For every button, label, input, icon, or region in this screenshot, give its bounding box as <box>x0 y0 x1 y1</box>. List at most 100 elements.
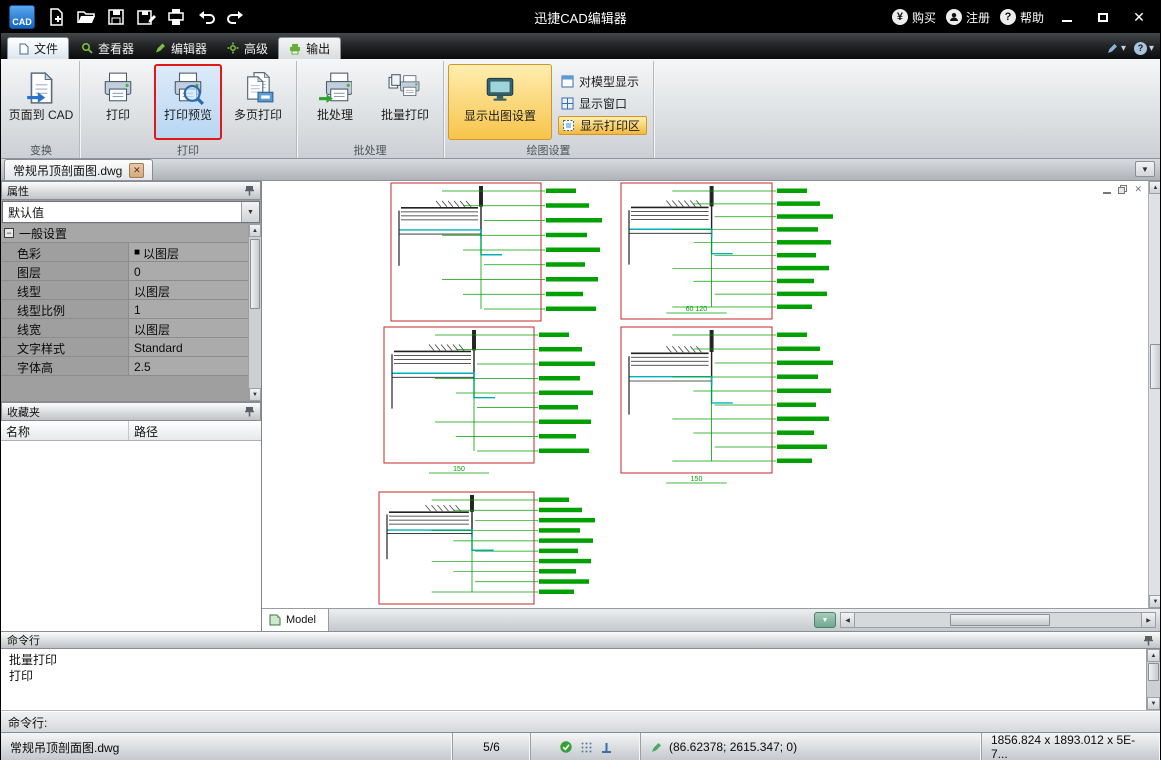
batch-print-icon <box>388 74 422 105</box>
save-as-button[interactable] <box>133 5 159 29</box>
canvas-horizontal-scrollbar[interactable]: ◀ ▶ <box>840 612 1156 628</box>
scroll-down-icon[interactable]: ▼ <box>1147 697 1160 710</box>
property-row-linetype-scale[interactable]: 线型比例 1 <box>1 300 248 319</box>
model-display-option[interactable]: 对模型显示 <box>558 72 647 91</box>
group-label-plot: 绘图设置 <box>526 145 571 157</box>
svg-text:150: 150 <box>691 476 703 483</box>
ribbon-group-plot: 显示出图设置 对模型显示 显示窗口 显示打印区 绘图设置 <box>444 61 655 158</box>
print-preview-button[interactable]: 打印预览 <box>154 64 222 140</box>
drawing-close-button[interactable]: ✕ <box>1134 184 1142 195</box>
tab-file[interactable]: 文件 <box>7 37 70 59</box>
property-row-linetype[interactable]: 线型 以图层 <box>1 281 248 300</box>
save-button[interactable] <box>103 5 129 29</box>
favorites-list[interactable] <box>1 441 261 631</box>
scroll-thumb[interactable] <box>1148 663 1159 681</box>
app-logo-icon: CAD <box>9 5 35 29</box>
ortho-toggle-icon[interactable] <box>600 741 613 754</box>
snap-toggle-icon[interactable] <box>559 740 573 754</box>
canvas-area: 60 120 150 150 ✕ ▲ ▼ Model ▼ ◀ ▶ <box>262 181 1160 631</box>
tab-editor[interactable]: 编辑器 <box>144 37 217 59</box>
command-input-row[interactable]: 命令行: <box>1 711 1160 732</box>
pencil-icon <box>1107 44 1117 53</box>
property-grid-scrollbar[interactable]: ▲ ▼ <box>248 224 261 401</box>
combo-arrow-icon[interactable]: ▼ <box>241 202 259 222</box>
plot-settings-button[interactable]: 显示出图设置 <box>448 64 552 140</box>
caret-icon: ▾ <box>1120 43 1126 54</box>
property-row-layer[interactable]: 图层 0 <box>1 262 248 281</box>
pin-icon[interactable] <box>244 406 255 417</box>
document-tab[interactable]: 常规吊顶剖面图.dwg ✕ <box>4 159 154 180</box>
print-preview-icon <box>171 71 205 105</box>
scroll-thumb[interactable] <box>950 614 1050 626</box>
scroll-thumb[interactable] <box>1150 344 1160 389</box>
redo-button[interactable] <box>223 5 249 29</box>
viewer-tab-icon <box>82 42 93 54</box>
print-button[interactable]: 打印 <box>84 64 152 140</box>
buy-button[interactable]: ¥ 购买 <box>891 9 936 26</box>
multipage-print-button[interactable]: 多页打印 <box>224 64 292 140</box>
multipage-print-icon <box>241 71 274 103</box>
scroll-down-icon[interactable]: ▼ <box>249 388 261 401</box>
command-scrollbar[interactable]: ▲ ▼ <box>1146 649 1160 710</box>
style-tool-button[interactable]: ▾ <box>1106 42 1126 55</box>
command-history[interactable]: 批量打印 打印 ▲ ▼ <box>1 649 1160 711</box>
property-row-color[interactable]: 色彩 ■ 以图层 <box>1 243 248 262</box>
close-icon: ✕ <box>1133 8 1145 25</box>
quick-print-button[interactable] <box>163 5 189 29</box>
document-close-button[interactable]: ✕ <box>129 162 145 178</box>
pin-icon[interactable] <box>244 185 255 196</box>
favorites-col-name[interactable]: 名称 <box>1 421 129 440</box>
caret-down-icon: ▼ <box>1141 164 1149 174</box>
plot-options-column: 对模型显示 显示窗口 显示打印区 <box>554 64 649 135</box>
tab-output[interactable]: 输出 <box>278 37 342 59</box>
help-button[interactable]: ? 帮助 <box>999 9 1044 26</box>
minimize-button[interactable] <box>1054 6 1080 28</box>
drawing-restore-button[interactable] <box>1118 185 1128 194</box>
preset-select[interactable]: 默认值 ▼ <box>2 201 260 223</box>
maximize-button[interactable] <box>1090 6 1116 28</box>
scroll-up-icon[interactable]: ▲ <box>249 224 261 237</box>
drawing-viewport[interactable]: 60 120 150 150 ✕ <box>262 181 1148 608</box>
tab-advanced[interactable]: 高级 <box>217 37 278 59</box>
svg-text:60 120: 60 120 <box>686 306 708 313</box>
collapse-icon[interactable]: − <box>4 228 14 238</box>
model-tab[interactable]: Model <box>262 609 329 631</box>
property-row-lineweight[interactable]: 线宽 以图层 <box>1 319 248 338</box>
ribbon-help-button[interactable]: ? ▾ <box>1133 42 1154 55</box>
redo-icon <box>227 11 243 24</box>
scroll-up-icon[interactable]: ▲ <box>1149 181 1160 194</box>
scroll-left-icon[interactable]: ◀ <box>841 613 855 627</box>
scroll-right-icon[interactable]: ▶ <box>1141 613 1155 627</box>
new-file-button[interactable] <box>43 5 69 29</box>
caret-icon: ▾ <box>1148 43 1154 54</box>
drawing-minimize-button[interactable] <box>1103 191 1112 194</box>
layout-tab-bar: Model ▼ ◀ ▶ <box>262 608 1160 631</box>
layout-list-button[interactable]: ▼ <box>814 612 836 628</box>
batch-print-button[interactable]: 批量打印 <box>371 64 439 140</box>
batch-process-button[interactable]: 批处理 <box>301 64 369 140</box>
property-row-textheight[interactable]: 字体高 2.5 <box>1 357 248 376</box>
page-to-cad-button[interactable]: 页面到 CAD <box>7 64 75 140</box>
scroll-down-icon[interactable]: ▼ <box>1149 595 1160 608</box>
document-tab-label: 常规吊顶剖面图.dwg <box>13 163 123 178</box>
ribbon-quick-tools: ▾ ? ▾ <box>1106 42 1154 59</box>
tab-viewer[interactable]: 查看器 <box>71 37 144 59</box>
scroll-up-icon[interactable]: ▲ <box>1147 649 1160 662</box>
pin-icon[interactable] <box>1143 635 1154 646</box>
scroll-thumb[interactable] <box>250 239 260 309</box>
cad-drawing[interactable]: 60 120 150 150 <box>262 181 1148 608</box>
show-window-option[interactable]: 显示窗口 <box>558 94 647 113</box>
show-print-area-option[interactable]: 显示打印区 <box>558 116 648 135</box>
close-button[interactable]: ✕ <box>1126 6 1152 28</box>
document-tab-list-button[interactable]: ▼ <box>1135 161 1155 177</box>
model-display-icon <box>561 75 574 88</box>
grid-toggle-icon[interactable] <box>580 741 593 754</box>
canvas-vertical-scrollbar[interactable]: ▲ ▼ <box>1148 181 1160 608</box>
favorites-col-path[interactable]: 路径 <box>129 421 261 440</box>
property-section-general[interactable]: − 一般设置 <box>1 224 248 243</box>
register-button[interactable]: 注册 <box>945 9 990 26</box>
undo-button[interactable] <box>193 5 219 29</box>
favorites-title: 收藏夹 <box>7 406 40 419</box>
property-row-textstyle[interactable]: 文字样式 Standard <box>1 338 248 357</box>
open-file-button[interactable] <box>73 5 99 29</box>
